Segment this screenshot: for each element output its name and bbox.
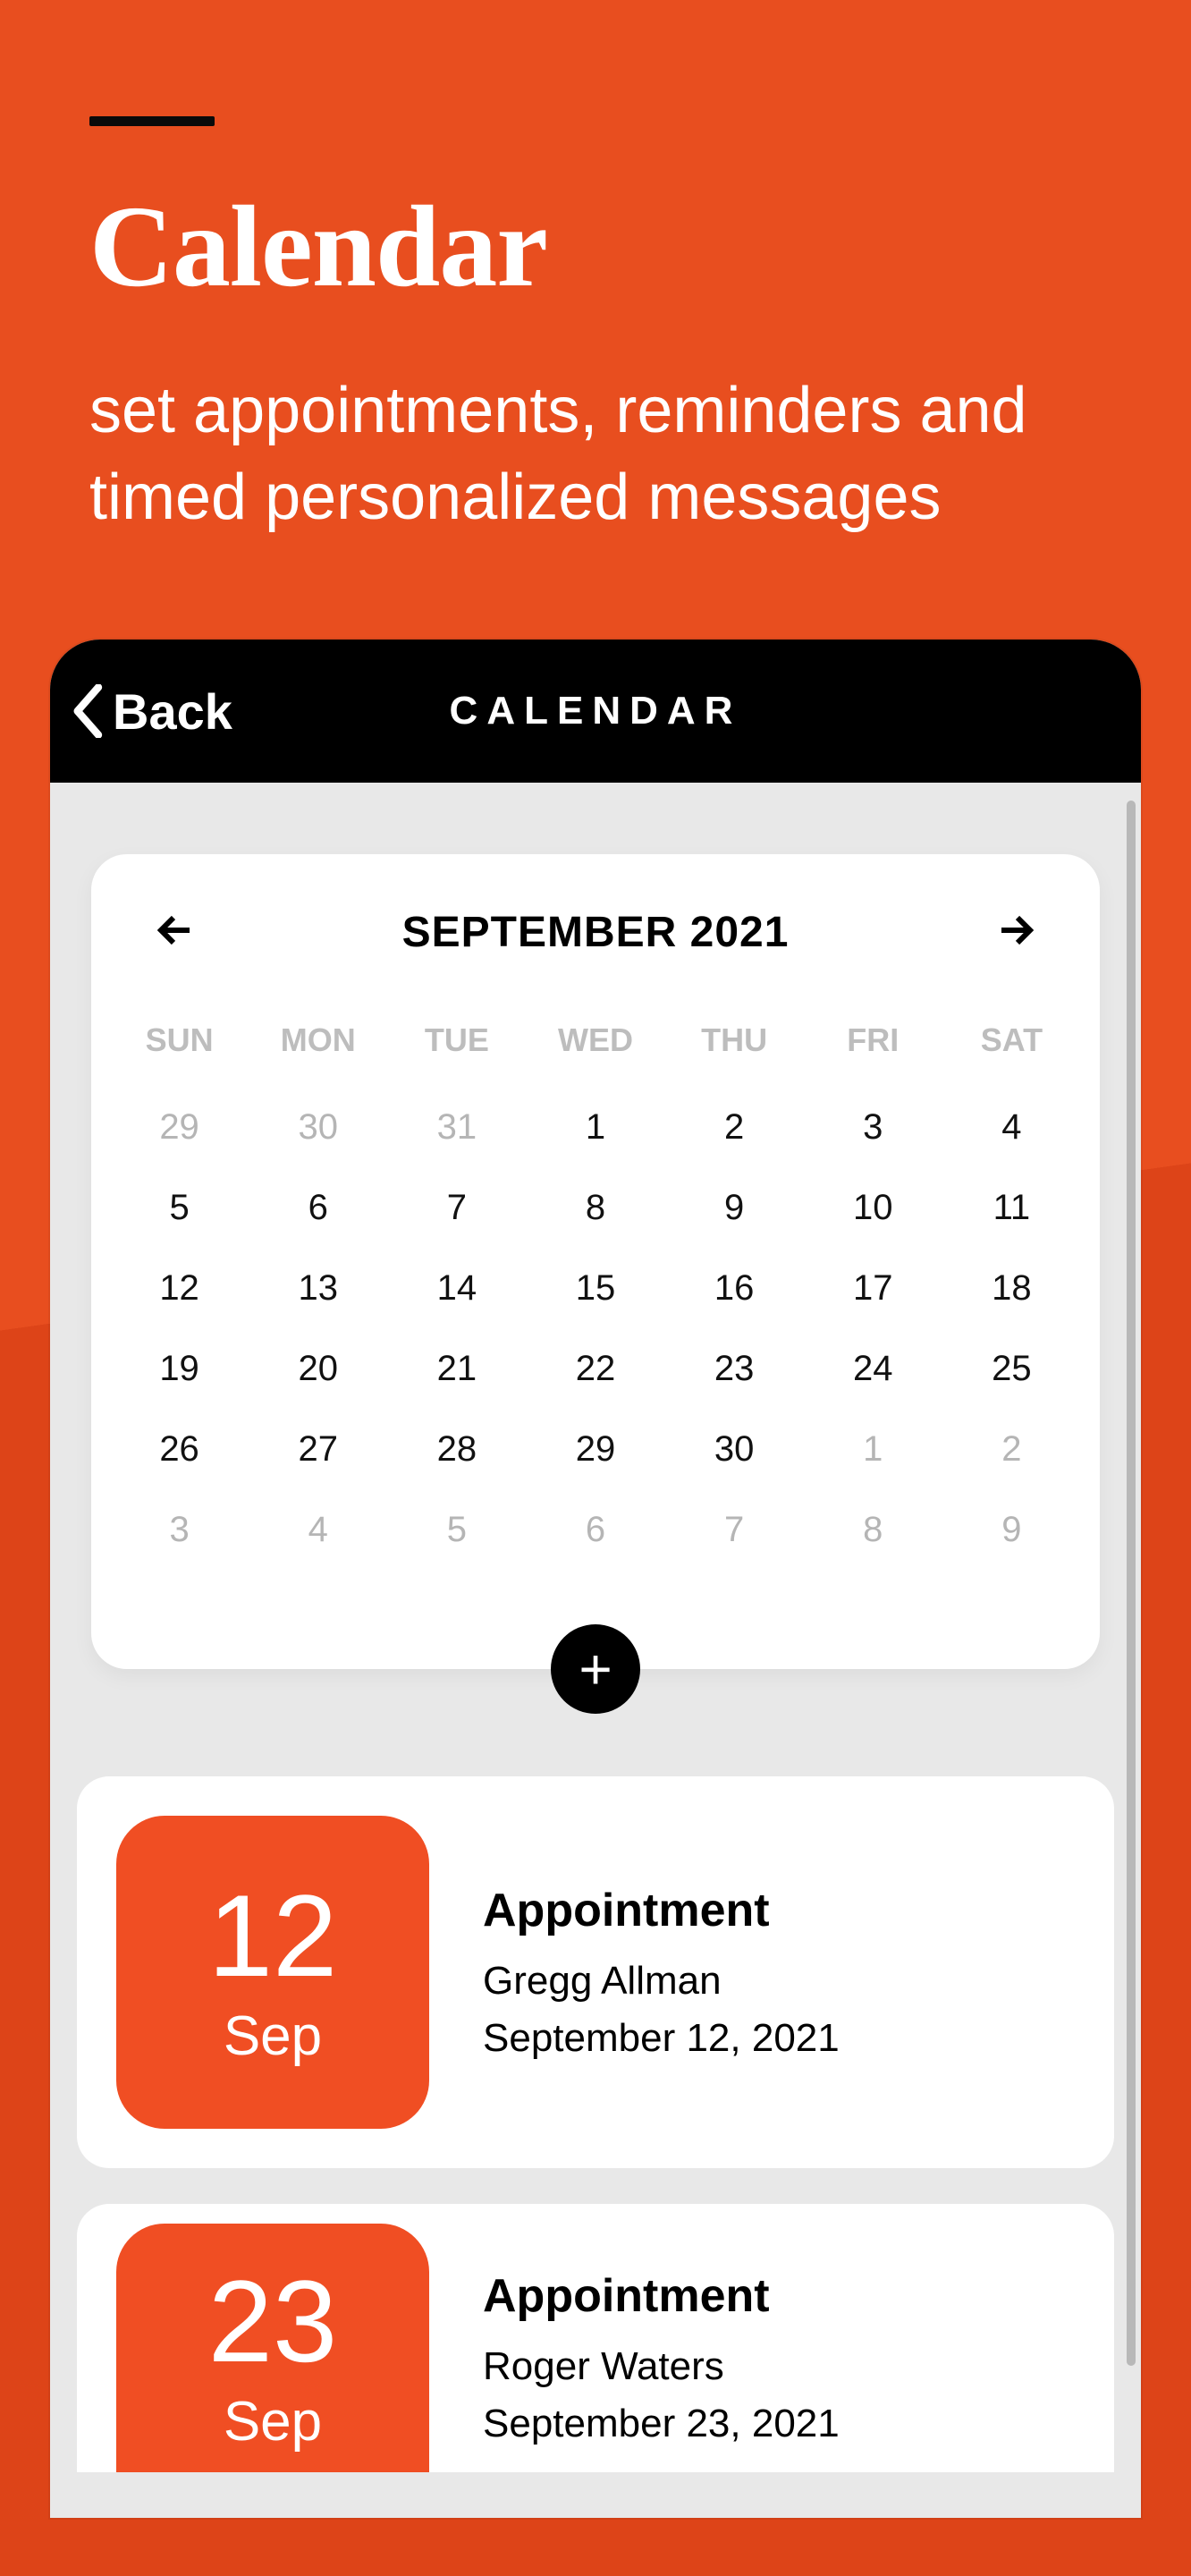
calendar-day-cell[interactable]: 26 <box>111 1410 248 1488</box>
calendar-day-cell[interactable]: 7 <box>666 1490 803 1569</box>
calendar-day-cell[interactable]: 8 <box>527 1168 663 1247</box>
calendar-day-cell[interactable]: 1 <box>805 1410 942 1488</box>
calendar-day-cell[interactable]: 5 <box>388 1490 525 1569</box>
day-header: SUN <box>111 1021 248 1086</box>
calendar-card: SEPTEMBER 2021 SUNMONTUEWEDTHUFRISAT 293… <box>91 854 1100 1669</box>
calendar-day-cell[interactable]: 16 <box>666 1249 803 1327</box>
calendar-day-cell[interactable]: 14 <box>388 1249 525 1327</box>
calendar-day-cell[interactable]: 25 <box>943 1329 1080 1408</box>
event-info: Appointment Roger Waters September 23, 202… <box>483 2269 840 2446</box>
back-button[interactable]: Back <box>72 682 232 741</box>
calendar-day-cell[interactable]: 24 <box>805 1329 942 1408</box>
event-card[interactable]: 12 Sep Appointment Gregg Allman September 12… <box>77 1776 1114 2168</box>
event-day: 12 <box>208 1877 338 1994</box>
back-label: Back <box>113 682 232 741</box>
calendar-day-cell[interactable]: 17 <box>805 1249 942 1327</box>
calendar-month-label: SEPTEMBER 2021 <box>402 908 790 957</box>
calendar-day-cell[interactable]: 20 <box>249 1329 386 1408</box>
calendar-day-cell[interactable]: 29 <box>111 1088 248 1166</box>
event-month: Sep <box>224 2004 322 2068</box>
calendar-day-cell[interactable]: 19 <box>111 1329 248 1408</box>
calendar-day-cell[interactable]: 2 <box>943 1410 1080 1488</box>
calendar-day-cell[interactable]: 23 <box>666 1329 803 1408</box>
calendar-day-cell[interactable]: 22 <box>527 1329 663 1408</box>
day-header: WED <box>527 1021 663 1086</box>
events-list: 12 Sep Appointment Gregg Allman September 12… <box>77 1776 1114 2472</box>
chevron-left-icon <box>72 684 107 738</box>
scrollbar[interactable] <box>1127 801 1136 2366</box>
event-person: Roger Waters <box>483 2344 840 2389</box>
next-month-button[interactable] <box>994 909 1037 956</box>
calendar-day-cell[interactable]: 21 <box>388 1329 525 1408</box>
calendar-day-cell[interactable]: 13 <box>249 1249 386 1327</box>
calendar-day-cell[interactable]: 28 <box>388 1410 525 1488</box>
calendar-day-cell[interactable]: 2 <box>666 1088 803 1166</box>
calendar-grid: SUNMONTUEWEDTHUFRISAT 293031123456789101… <box>109 1020 1082 1571</box>
day-header: FRI <box>805 1021 942 1086</box>
event-type: Appointment <box>483 1884 840 1937</box>
event-month: Sep <box>224 2390 322 2453</box>
calendar-day-cell[interactable]: 1 <box>527 1088 663 1166</box>
event-info: Appointment Gregg Allman September 12, 202… <box>483 1884 840 2061</box>
calendar-day-cell[interactable]: 30 <box>249 1088 386 1166</box>
event-type: Appointment <box>483 2269 840 2323</box>
calendar-day-cell[interactable]: 27 <box>249 1410 386 1488</box>
event-date: September 12, 2021 <box>483 2016 840 2061</box>
calendar-day-cell[interactable]: 9 <box>666 1168 803 1247</box>
add-event-button[interactable]: + <box>551 1624 640 1714</box>
calendar-day-cell[interactable]: 9 <box>943 1490 1080 1569</box>
calendar-day-cell[interactable]: 15 <box>527 1249 663 1327</box>
page-subtitle: set appointments, reminders and timed pe… <box>89 368 1073 541</box>
day-header: THU <box>666 1021 803 1086</box>
calendar-day-cell[interactable]: 3 <box>805 1088 942 1166</box>
event-date: September 23, 2021 <box>483 2402 840 2446</box>
arrow-right-icon <box>994 909 1037 952</box>
prev-month-button[interactable] <box>154 909 197 956</box>
event-day: 23 <box>208 2263 338 2379</box>
phone-frame: Back CALENDAR SEPTEMBER 2021 <box>50 640 1141 2518</box>
calendar-day-cell[interactable]: 10 <box>805 1168 942 1247</box>
day-header: TUE <box>388 1021 525 1086</box>
event-date-badge: 23 Sep <box>116 2224 429 2472</box>
calendar-day-cell[interactable]: 18 <box>943 1249 1080 1327</box>
calendar-day-cell[interactable]: 29 <box>527 1410 663 1488</box>
plus-icon: + <box>579 1636 612 1702</box>
arrow-left-icon <box>154 909 197 952</box>
event-person: Gregg Allman <box>483 1959 840 2004</box>
day-header: SAT <box>943 1021 1080 1086</box>
calendar-day-cell[interactable]: 11 <box>943 1168 1080 1247</box>
calendar-day-cell[interactable]: 31 <box>388 1088 525 1166</box>
event-card[interactable]: 23 Sep Appointment Roger Waters September 23… <box>77 2204 1114 2472</box>
calendar-day-cell[interactable]: 4 <box>943 1088 1080 1166</box>
calendar-day-cell[interactable]: 8 <box>805 1490 942 1569</box>
event-date-badge: 12 Sep <box>116 1816 429 2129</box>
day-header: MON <box>249 1021 386 1086</box>
calendar-day-cell[interactable]: 3 <box>111 1490 248 1569</box>
calendar-day-cell[interactable]: 30 <box>666 1410 803 1488</box>
calendar-day-cell[interactable]: 6 <box>527 1490 663 1569</box>
calendar-day-cell[interactable]: 6 <box>249 1168 386 1247</box>
app-topbar: Back CALENDAR <box>50 640 1141 783</box>
hero-section: Calendar set appointments, reminders and… <box>0 0 1191 541</box>
calendar-day-cell[interactable]: 7 <box>388 1168 525 1247</box>
phone-body: SEPTEMBER 2021 SUNMONTUEWEDTHUFRISAT 293… <box>50 783 1141 2518</box>
calendar-day-cell[interactable]: 5 <box>111 1168 248 1247</box>
calendar-day-cell[interactable]: 4 <box>249 1490 386 1569</box>
page-title: Calendar <box>89 180 1102 314</box>
decorative-bar <box>89 116 215 126</box>
calendar-day-cell[interactable]: 12 <box>111 1249 248 1327</box>
